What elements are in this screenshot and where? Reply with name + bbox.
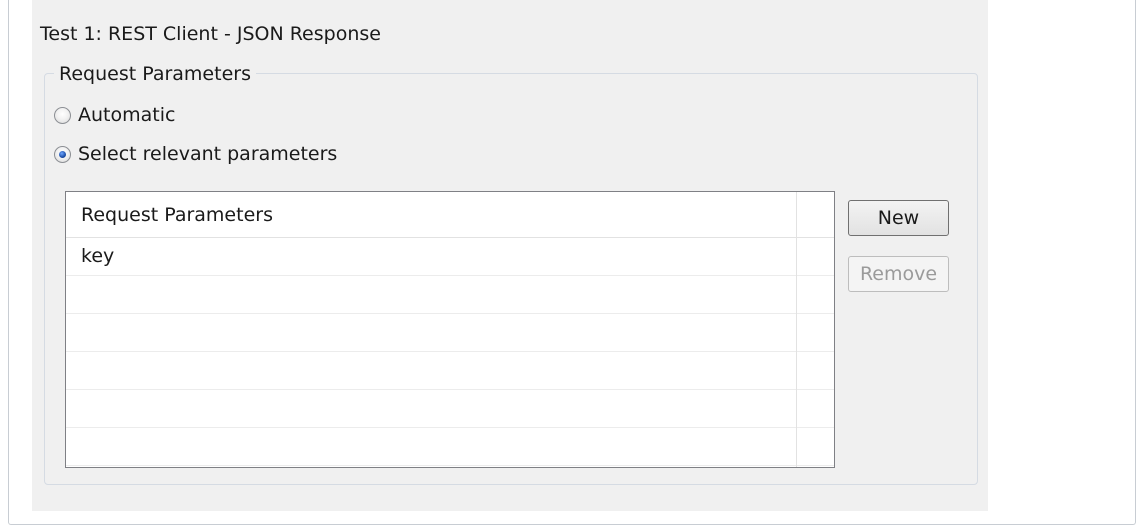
column-header-request-parameters[interactable]: Request Parameters — [81, 201, 273, 229]
column-divider[interactable] — [796, 192, 797, 467]
table-row[interactable] — [66, 276, 834, 314]
table-row[interactable] — [66, 390, 834, 428]
table-cell: key — [81, 245, 115, 267]
table-row[interactable] — [66, 352, 834, 390]
radio-automatic-indicator[interactable] — [54, 106, 71, 124]
radio-select-relevant[interactable]: Select relevant parameters — [54, 141, 337, 167]
table-row[interactable] — [66, 428, 834, 466]
remove-button[interactable]: Remove — [848, 256, 949, 292]
table-row[interactable]: key — [66, 238, 834, 276]
radio-select-relevant-indicator[interactable] — [54, 145, 71, 163]
page-title: Test 1: REST Client - JSON Response — [40, 23, 381, 45]
table-header[interactable]: Request Parameters — [66, 192, 834, 238]
radio-automatic[interactable]: Automatic — [54, 102, 175, 128]
new-button[interactable]: New — [848, 200, 949, 236]
group-legend: Request Parameters — [54, 60, 256, 88]
radio-automatic-label: Automatic — [78, 104, 176, 126]
parameters-table[interactable]: Request Parameters key — [65, 191, 835, 468]
radio-select-relevant-label: Select relevant parameters — [78, 143, 338, 165]
table-row[interactable] — [66, 314, 834, 352]
